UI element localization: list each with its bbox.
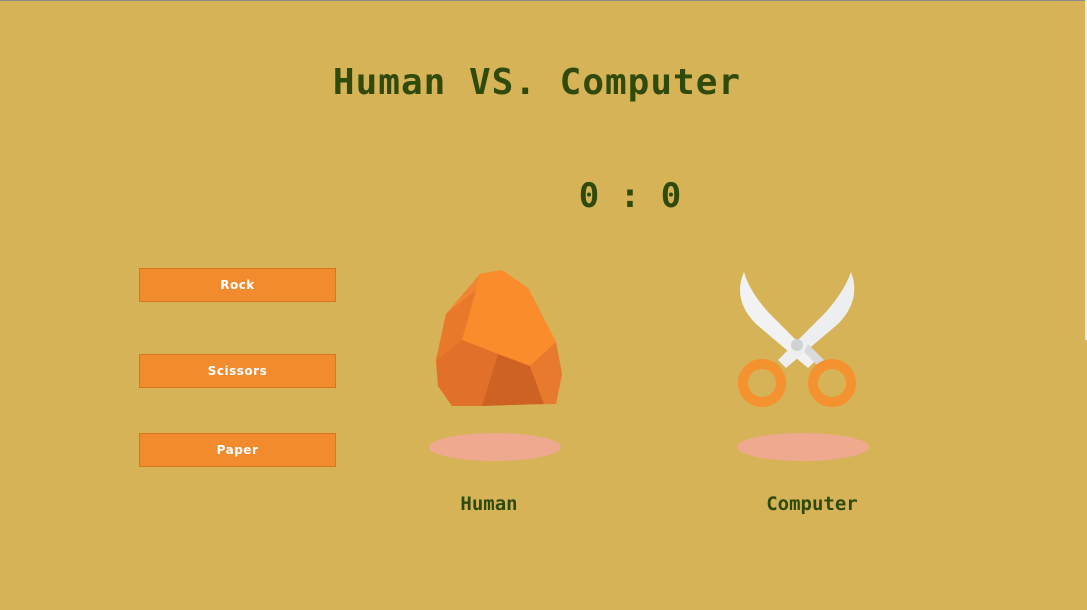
page-title: Human VS. Computer bbox=[332, 62, 742, 103]
human-score: 0 bbox=[578, 176, 600, 216]
computer-label: Computer bbox=[766, 493, 858, 515]
human-label: Human bbox=[460, 493, 518, 515]
scissors-button[interactable]: Scissors bbox=[139, 354, 336, 388]
score-separator: : bbox=[619, 176, 641, 216]
window-top-border bbox=[0, 0, 1087, 1]
scoreboard: 0 : 0 bbox=[560, 176, 700, 216]
human-choice bbox=[432, 268, 568, 410]
computer-score: 0 bbox=[660, 176, 682, 216]
paper-button[interactable]: Paper bbox=[139, 433, 336, 467]
rock-button[interactable]: Rock bbox=[139, 268, 336, 302]
computer-choice bbox=[734, 268, 864, 410]
scissors-icon bbox=[738, 272, 856, 407]
human-shadow bbox=[429, 433, 561, 461]
computer-shadow bbox=[737, 433, 869, 461]
rock-icon bbox=[436, 270, 562, 406]
